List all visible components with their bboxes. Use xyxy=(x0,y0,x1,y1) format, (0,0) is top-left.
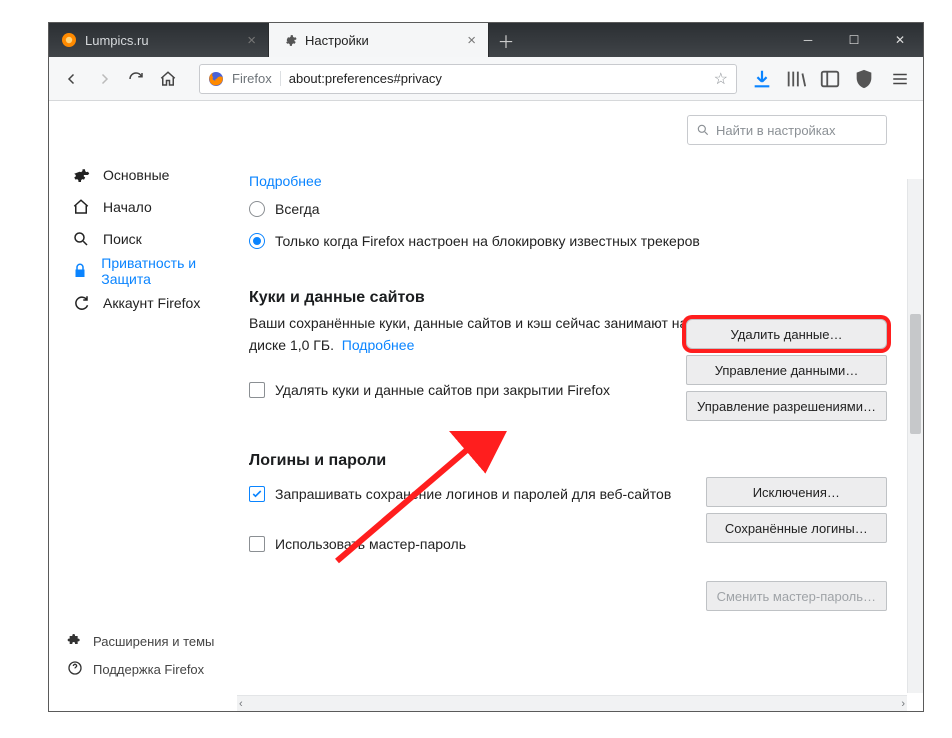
manage-permissions-button[interactable]: Управление разрешениями… xyxy=(686,391,887,421)
back-button[interactable] xyxy=(57,64,87,94)
vertical-scrollbar[interactable] xyxy=(907,179,923,693)
cookies-size: 1,0 ГБ xyxy=(290,337,330,353)
tracking-more-link[interactable]: Подробнее xyxy=(249,173,322,189)
scrollbar-thumb[interactable] xyxy=(910,314,921,434)
sidebar-item-label: Приватность и Защита xyxy=(101,255,237,287)
downloads-icon[interactable] xyxy=(751,68,773,90)
search-icon xyxy=(71,230,91,248)
checkbox-icon xyxy=(249,382,265,398)
radio-always[interactable]: Всегда xyxy=(249,195,901,223)
support-link[interactable]: Поддержка Firefox xyxy=(67,655,237,683)
cookies-desc: Ваши сохранённые куки, данные сайтов и к… xyxy=(249,313,699,356)
exceptions-button[interactable]: Исключения… xyxy=(706,477,887,507)
urlbar-brand: Firefox xyxy=(232,71,281,86)
close-icon[interactable]: × xyxy=(467,32,476,49)
cookies-button-column: Удалить данные… Управление данными… Упра… xyxy=(686,319,887,421)
tab-bar: Lumpics.ru × Настройки × ＋ ─ ☐ ✕ xyxy=(49,23,923,57)
sidebar-item-account[interactable]: Аккаунт Firefox xyxy=(67,287,237,319)
home-button[interactable] xyxy=(153,64,183,94)
library-icon[interactable] xyxy=(785,68,807,90)
change-master-password-button[interactable]: Сменить мастер-пароль… xyxy=(706,581,887,611)
gear-icon xyxy=(281,32,297,48)
sync-icon xyxy=(71,294,91,312)
checkbox-icon xyxy=(249,536,265,552)
cookies-desc-b: . xyxy=(330,337,334,353)
sidebar-item-privacy[interactable]: Приватность и Защита xyxy=(67,255,237,287)
saved-logins-button[interactable]: Сохранённые логины… xyxy=(706,513,887,543)
radio-label: Только когда Firefox настроен на блокиро… xyxy=(275,233,700,249)
radio-label: Всегда xyxy=(275,201,320,217)
search-icon xyxy=(696,123,710,137)
tab-lumpics[interactable]: Lumpics.ru × xyxy=(49,23,269,57)
manage-data-button[interactable]: Управление данными… xyxy=(686,355,887,385)
horizontal-scrollbar[interactable]: ‹ › xyxy=(237,695,907,711)
sidebar-item-label: Основные xyxy=(103,167,169,183)
preferences-main: Найти в настройках Подробнее Всегда Толь… xyxy=(237,101,923,711)
toolbar-right xyxy=(749,68,877,90)
checkbox-label: Удалять куки и данные сайтов при закрыти… xyxy=(275,382,610,398)
addons-label: Расширения и темы xyxy=(93,634,214,649)
checkbox-label: Использовать мастер-пароль xyxy=(275,536,466,552)
sidebar-bottom: Расширения и темы Поддержка Firefox xyxy=(67,627,237,701)
support-label: Поддержка Firefox xyxy=(93,662,204,677)
url-bar[interactable]: Firefox about:preferences#privacy ☆ xyxy=(199,64,737,94)
checkbox-label: Запрашивать сохранение логинов и паролей… xyxy=(275,486,671,502)
gear-icon xyxy=(71,166,91,184)
sidebar-item-label: Начало xyxy=(103,199,152,215)
window-controls: ─ ☐ ✕ xyxy=(785,23,923,57)
preferences-sidebar: Основные Начало Поиск Приватность и Защи… xyxy=(49,101,237,711)
forward-button[interactable] xyxy=(89,64,119,94)
shield-icon[interactable] xyxy=(853,68,875,90)
minimize-button[interactable]: ─ xyxy=(785,23,831,57)
delete-data-button[interactable]: Удалить данные… xyxy=(686,319,887,349)
logins-heading: Логины и пароли xyxy=(249,452,901,470)
tab-settings[interactable]: Настройки × xyxy=(269,23,489,57)
help-icon xyxy=(67,660,83,679)
tab-label: Настройки xyxy=(305,33,369,48)
favicon-lumpics xyxy=(61,32,77,48)
search-preferences-input[interactable]: Найти в настройках xyxy=(687,115,887,145)
puzzle-icon xyxy=(67,632,83,651)
cookies-heading: Куки и данные сайтов xyxy=(249,289,901,307)
close-window-button[interactable]: ✕ xyxy=(877,23,923,57)
new-tab-button[interactable]: ＋ xyxy=(489,23,523,57)
sidebar-item-label: Аккаунт Firefox xyxy=(103,295,200,311)
reload-button[interactable] xyxy=(121,64,151,94)
checkbox-icon xyxy=(249,486,265,502)
tab-label: Lumpics.ru xyxy=(85,33,149,48)
addons-link[interactable]: Расширения и темы xyxy=(67,627,237,655)
search-placeholder: Найти в настройках xyxy=(716,123,836,138)
browser-window: Lumpics.ru × Настройки × ＋ ─ ☐ ✕ xyxy=(48,22,924,712)
urlbar-address: about:preferences#privacy xyxy=(289,71,706,86)
content: Основные Начало Поиск Приватность и Защи… xyxy=(49,101,923,711)
cookies-more-link[interactable]: Подробнее xyxy=(342,337,415,353)
sidebar-item-label: Поиск xyxy=(103,231,142,247)
sidebar-item-home[interactable]: Начало xyxy=(67,191,237,223)
logins-button-column: Исключения… Сохранённые логины… Сменить … xyxy=(706,477,887,611)
lock-icon xyxy=(71,262,89,280)
radio-icon xyxy=(249,233,265,249)
maximize-button[interactable]: ☐ xyxy=(831,23,877,57)
radio-only-known[interactable]: Только когда Firefox настроен на блокиро… xyxy=(249,227,901,255)
app-menu-button[interactable] xyxy=(885,64,915,94)
bookmark-icon[interactable]: ☆ xyxy=(714,69,728,89)
sidebar-item-general[interactable]: Основные xyxy=(67,159,237,191)
close-icon[interactable]: × xyxy=(247,32,256,49)
radio-icon xyxy=(249,201,265,217)
sidebar-toggle-icon[interactable] xyxy=(819,68,841,90)
firefox-icon xyxy=(208,71,224,87)
sidebar-item-search[interactable]: Поиск xyxy=(67,223,237,255)
scroll-left-icon[interactable]: ‹ xyxy=(239,698,243,710)
scroll-right-icon[interactable]: › xyxy=(901,698,905,710)
home-icon xyxy=(71,198,91,216)
nav-bar: Firefox about:preferences#privacy ☆ xyxy=(49,57,923,101)
